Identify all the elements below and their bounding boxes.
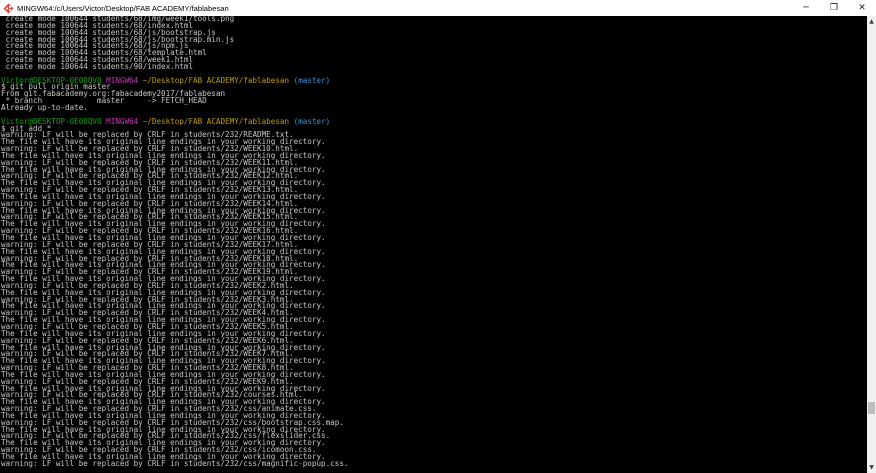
terminal-line: warning: LF will be replaced by CRLF in … [1, 458, 349, 468]
prompt-branch: (master) [293, 75, 331, 85]
minimize-button[interactable]: ─ [792, 0, 820, 16]
scroll-down-arrow-icon[interactable]: ▼ [867, 463, 876, 472]
prompt-line: Victor@DESKTOP-0E00QV0 MINGW64 ~/Desktop… [1, 116, 867, 126]
window-controls: ─ ❐ ✕ [792, 0, 876, 16]
prompt-path: ~/Desktop/FAB ACADEMY/fablabesan [142, 116, 290, 126]
prompt-path: ~/Desktop/FAB ACADEMY/fablabesan [142, 75, 290, 85]
scroll-thumb[interactable] [868, 402, 875, 414]
scroll-up-arrow-icon[interactable]: ▲ [867, 17, 876, 26]
terminal-output[interactable]: create mode 100644 students/68/img/week1… [1, 16, 867, 473]
terminal-line: * branch master -> FETCH_HEAD [1, 96, 207, 106]
vertical-scrollbar[interactable]: ▲ ▼ [867, 16, 876, 473]
maximize-button[interactable]: ❐ [820, 0, 848, 16]
git-bash-icon [2, 2, 14, 14]
prompt-branch: (master) [293, 116, 331, 126]
prompt-msystem: MINGW64 [106, 116, 139, 126]
terminal-line: create mode 100644 students/90/index.htm… [1, 61, 194, 71]
window-title: MINGW64:/c/Users/Victor/Desktop/FAB ACAD… [17, 3, 229, 13]
prompt-line: Victor@DESKTOP-0E00QV0 MINGW64 ~/Desktop… [1, 75, 867, 85]
terminal-line: Already up-to-date. [1, 102, 88, 112]
title-bar: MINGW64:/c/Users/Victor/Desktop/FAB ACAD… [0, 0, 876, 16]
close-button[interactable]: ✕ [848, 0, 876, 16]
